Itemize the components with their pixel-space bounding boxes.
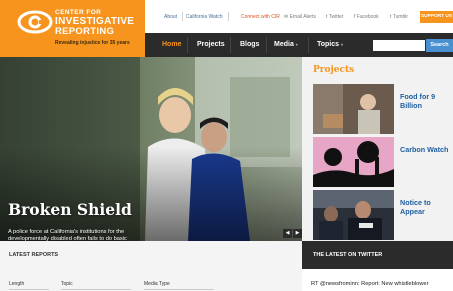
project-item-food[interactable]: Food for 9 Billion bbox=[313, 84, 453, 134]
support-us-button[interactable]: SUPPORT US bbox=[420, 11, 453, 23]
divider bbox=[182, 12, 183, 21]
cir-eye-logo-icon bbox=[17, 10, 53, 34]
facebook-link[interactable]: f Facebook bbox=[354, 14, 379, 20]
utility-bar: About California Watch Connect with CIR … bbox=[145, 0, 453, 33]
latest-reports-heading: LATEST REPORTS bbox=[9, 252, 59, 258]
nav-item-topics[interactable]: Topics ▾ bbox=[317, 41, 343, 48]
projects-heading: Projects bbox=[313, 65, 355, 75]
project-label-food: Food for 9 Billion bbox=[400, 92, 436, 110]
twitter-link[interactable]: t Twitter bbox=[326, 14, 343, 20]
nav-item-topics-label: Topics bbox=[317, 41, 340, 48]
projects-sidebar: Projects Food for 9 Billion Carbon Watch bbox=[302, 57, 453, 241]
nav-item-home[interactable]: Home bbox=[162, 41, 181, 48]
chevron-left-icon: ◀ bbox=[285, 230, 290, 236]
twitter-feed: RT @newsfrominn: Report: New whistleblow… bbox=[302, 269, 453, 291]
project-label-carbon: Carbon Watch bbox=[400, 145, 449, 154]
tumblr-link[interactable]: t Tumblr bbox=[390, 14, 408, 20]
nav-divider bbox=[308, 37, 309, 53]
filter-media-type-label[interactable]: Media Type bbox=[144, 281, 170, 287]
logo-tagline: Revealing injustice for 35 years bbox=[55, 40, 130, 46]
filter-topic-label[interactable]: Topic bbox=[61, 281, 73, 287]
hero-prev-button[interactable]: ◀ bbox=[283, 229, 292, 238]
envelope-icon: ✉ bbox=[284, 14, 289, 20]
hero-title[interactable]: Broken Shield bbox=[8, 200, 132, 219]
chevron-down-icon: ▾ bbox=[295, 42, 298, 47]
hero-next-button[interactable]: ▶ bbox=[293, 229, 302, 238]
police-photo-icon bbox=[313, 190, 394, 240]
main-nav: Home Projects Blogs Media ▾ Topics ▾ Sea… bbox=[145, 33, 453, 57]
tweet-text[interactable]: RT @newsfrominn: Report: New whistleblow… bbox=[311, 281, 428, 287]
email-alerts-link[interactable]: ✉ Email Alerts bbox=[284, 14, 316, 20]
search-input[interactable] bbox=[373, 40, 425, 51]
about-link[interactable]: About bbox=[164, 14, 177, 20]
project-item-notice[interactable]: Notice to Appear bbox=[313, 190, 453, 240]
nav-item-media-label: Media bbox=[274, 41, 294, 48]
nav-divider bbox=[187, 37, 188, 53]
filter-length-label[interactable]: Length bbox=[9, 281, 24, 287]
tumblr-label: Tumblr bbox=[392, 14, 409, 20]
facebook-label: Facebook bbox=[356, 14, 379, 20]
twitter-icon: t bbox=[326, 14, 328, 20]
filter-media-type-field[interactable] bbox=[144, 289, 214, 290]
email-alerts-label: Email Alerts bbox=[289, 14, 316, 20]
nav-item-media[interactable]: Media ▾ bbox=[274, 41, 298, 48]
twitter-label: Twitter bbox=[328, 14, 344, 20]
twitter-heading: THE LATEST ON TWITTER bbox=[313, 252, 383, 258]
project-item-carbon[interactable]: Carbon Watch bbox=[313, 137, 453, 187]
filter-length-field[interactable] bbox=[9, 289, 49, 290]
nav-divider bbox=[266, 37, 267, 53]
facebook-icon: f bbox=[354, 14, 356, 20]
twitter-section-header: THE LATEST ON TWITTER bbox=[302, 241, 453, 269]
tumblr-icon: t bbox=[390, 14, 392, 20]
site-logo[interactable]: CENTER FOR INVESTIGATIVE REPORTING Revea… bbox=[0, 0, 145, 57]
chevron-down-icon: ▾ bbox=[341, 42, 344, 47]
connect-label: Connect with CIR bbox=[241, 14, 280, 20]
carbon-illustration-icon bbox=[313, 137, 394, 187]
latest-reports-section: LATEST REPORTS Length Topic Media Type bbox=[0, 241, 302, 291]
hero-feature[interactable]: Broken Shield A police force at Californ… bbox=[0, 57, 302, 241]
hero-description: A police force at California's instituti… bbox=[8, 229, 127, 241]
food-photo-icon bbox=[313, 84, 394, 134]
logo-line-3: REPORTING bbox=[55, 26, 115, 37]
divider bbox=[228, 12, 229, 21]
chevron-right-icon: ▶ bbox=[295, 230, 300, 236]
nav-divider bbox=[230, 37, 231, 53]
filter-topic-field[interactable] bbox=[61, 289, 131, 290]
nav-item-projects[interactable]: Projects bbox=[197, 41, 225, 48]
project-label-notice: Notice to Appear bbox=[400, 198, 431, 216]
search-button[interactable]: Search bbox=[426, 39, 453, 52]
california-watch-link[interactable]: California Watch bbox=[186, 14, 223, 20]
nav-item-blogs[interactable]: Blogs bbox=[240, 41, 259, 48]
